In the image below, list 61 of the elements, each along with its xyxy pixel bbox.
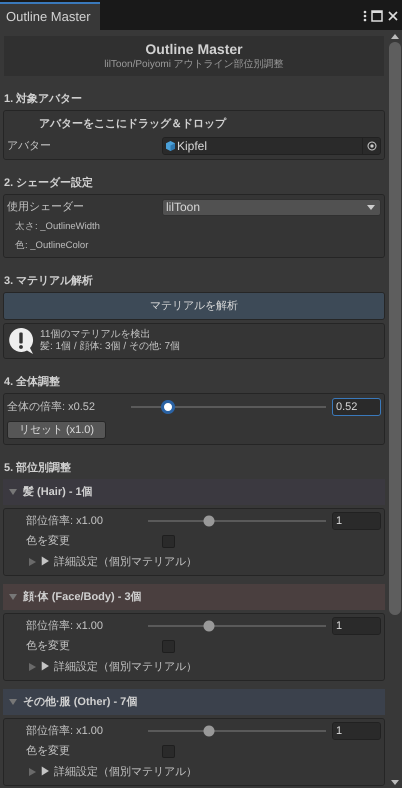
info-text: 太さ: _OutlineWidth [14,220,101,234]
cube-icon [166,141,175,151]
part-header[interactable]: 顔·体 (Face/Body) - 3個 [3,584,385,610]
scroll-up-icon[interactable] [391,33,399,39]
scrollbar-thumb[interactable] [389,42,401,616]
slider-thumb[interactable] [203,516,214,526]
slider-track[interactable] [148,619,326,633]
expanded-arrow-icon [9,698,17,706]
number-field[interactable]: 1 [332,722,381,740]
slider-track[interactable] [131,400,326,414]
drop-label: アバターをここにドラッグ＆ドロップ [38,116,228,132]
collapsed-arrow-icon [29,663,36,671]
warning-icon [8,327,34,355]
field-label: 色を変更 [25,638,71,654]
part-title: 髪 (Hair) - 1個 [23,484,93,500]
field-label: アバター [7,138,52,154]
maximize-icon[interactable] [371,10,383,22]
message-text: 11個のマテリアルを検出 [40,329,152,340]
section-heading: 3. マテリアル解析 [3,274,94,288]
more-icon[interactable] [363,10,367,22]
object-field[interactable]: Kipfel [162,137,381,155]
collapsed-arrow-icon [29,558,36,566]
field-label: 色を変更 [25,534,71,549]
info-text: 色: _OutlineColor [14,239,90,253]
reset-button[interactable]: リセット (x1.0) [7,421,106,439]
field-label: 部位倍率: x1.00 [25,724,104,739]
part-title: その他·服 (Other) - 7個 [23,694,138,710]
expanded-arrow-icon [9,488,17,496]
section-heading: 4. 全体調整 [3,375,62,389]
field-label: 全体の倍率: x0.52 [7,400,96,415]
section-heading: 1. 対象アバター [3,92,84,106]
caret-icon [367,204,375,210]
field-label: 色を変更 [25,744,71,759]
number-field[interactable]: 1 [332,617,381,635]
scroll-down-icon[interactable] [391,780,399,786]
field-label: 使用シェーダー [7,200,85,215]
part-title: 顔·体 (Face/Body) - 3個 [23,590,142,605]
slider-thumb[interactable] [161,400,176,414]
number-field[interactable]: 0.52 [332,398,381,416]
close-icon[interactable] [387,10,399,22]
slider-track[interactable] [148,514,326,528]
section-heading: 5. 部位別調整 [3,461,72,475]
slider-thumb[interactable] [203,726,214,736]
part-header[interactable]: その他·服 (Other) - 7個 [3,689,385,715]
window-tab[interactable]: Outline Master [0,2,100,30]
expanded-arrow-icon [9,593,17,601]
app-subtitle: lilToon/Poiyomi アウトライン部位別調整 [104,58,284,72]
object-value: Kipfel [177,138,208,155]
number-field[interactable]: 1 [332,512,381,530]
slider-track[interactable] [148,724,326,738]
target-icon[interactable] [366,141,376,151]
app-title: Outline Master [145,40,243,58]
part-header[interactable]: 髪 (Hair) - 1個 [3,479,385,505]
collapsed-arrow-icon [29,768,36,776]
analyze-button[interactable]: マテリアルを解析 [3,292,385,320]
slider-thumb[interactable] [203,620,214,632]
field-label: 部位倍率: x1.00 [25,514,104,529]
field-label: 部位倍率: x1.00 [25,618,104,634]
shader-dropdown[interactable]: lilToon [162,198,381,216]
section-heading: 2. シェーダー設定 [3,176,94,190]
message-text: 髪: 1個 / 顔体: 3個 / その他: 7個 [40,341,180,353]
